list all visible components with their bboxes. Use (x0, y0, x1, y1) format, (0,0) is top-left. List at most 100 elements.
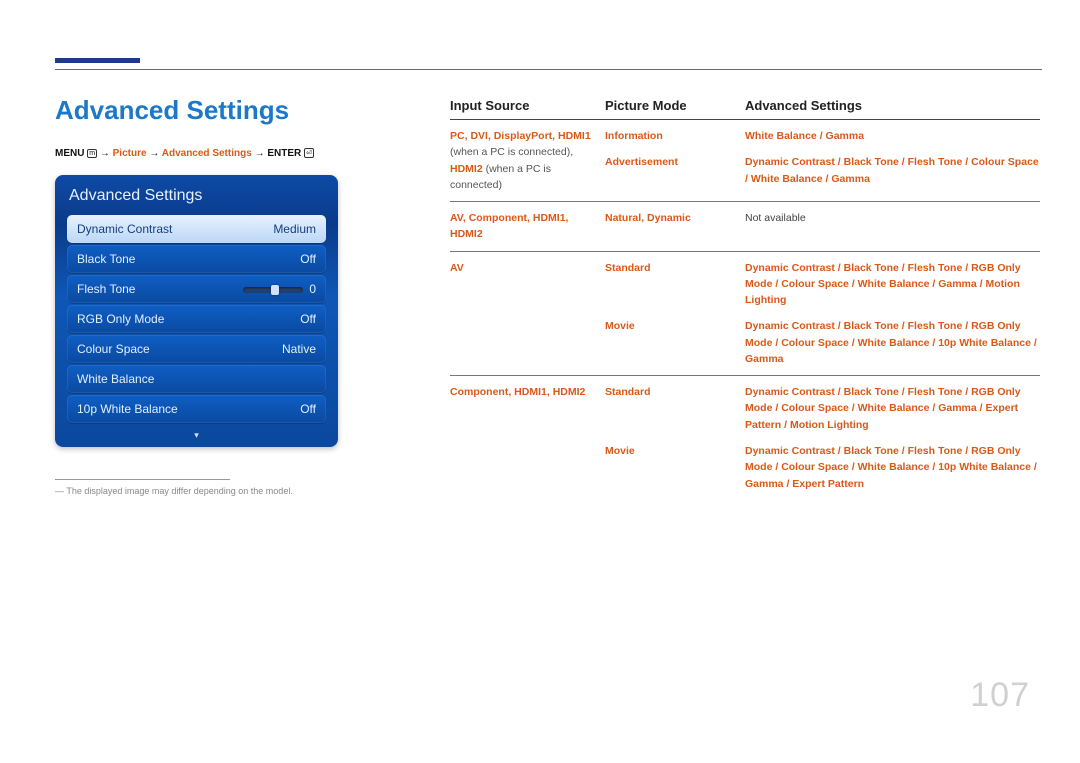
osd-value: Off (300, 252, 316, 266)
cell-picture-mode: Natural, Dynamic (605, 210, 745, 226)
token: / (899, 156, 908, 168)
token: Standard (605, 386, 651, 398)
cell-input-source: AV (450, 260, 605, 368)
token: Colour Space (781, 278, 849, 290)
menu-icon: m (87, 149, 97, 158)
breadcrumb-enter: ENTER (267, 148, 301, 159)
th-advanced-settings: Advanced Settings (745, 98, 1040, 113)
cell-advanced-settings: Dynamic Contrast / Black Tone / Flesh To… (745, 318, 1040, 367)
token: / (929, 402, 938, 414)
token: / (962, 262, 971, 274)
osd-value: Native (282, 342, 316, 356)
token: / (962, 156, 971, 168)
token: Gamma (745, 478, 784, 490)
osd-label: Flesh Tone (77, 282, 135, 296)
token: / (899, 386, 908, 398)
token: Flesh Tone (908, 386, 963, 398)
osd-row-10p-white-balance[interactable]: 10p White Balance Off (67, 395, 326, 423)
breadcrumb-picture: Picture (113, 148, 147, 159)
token: 10p White Balance (938, 337, 1031, 349)
osd-label: Black Tone (77, 252, 135, 266)
osd-row-colour-space[interactable]: Colour SpaceNative (67, 335, 326, 363)
token: / (781, 419, 790, 431)
right-column: Input Source Picture Mode Advanced Setti… (450, 98, 1040, 500)
cell-input-source: AV, Component, HDMI1, HDMI2 (450, 210, 605, 243)
token: Flesh Tone (908, 262, 963, 274)
token: Component (450, 386, 508, 398)
token: / (772, 402, 781, 414)
osd-label: White Balance (77, 372, 154, 386)
scroll-down-icon[interactable]: ▾ (194, 430, 199, 441)
osd-row-black-tone[interactable]: Black Tone Off (67, 245, 326, 273)
cell-picture-mode: Information (605, 128, 745, 144)
token: HDMI1 (558, 130, 591, 142)
token: Dynamic (647, 212, 691, 224)
token: Dynamic Contrast (745, 445, 835, 457)
token: HDMI2 (450, 163, 483, 175)
token: Information (605, 130, 663, 142)
breadcrumb: MENU m → Picture → Advanced Settings → E… (55, 148, 395, 159)
token: / (784, 478, 793, 490)
cell-input-source: PC, DVI, DisplayPort, HDMI1 (when a PC i… (450, 128, 605, 193)
token: Gamma (938, 402, 977, 414)
breadcrumb-menu: MENU (55, 148, 84, 159)
token: / (962, 320, 971, 332)
enter-icon: ⏎ (304, 148, 314, 158)
token: / (929, 337, 938, 349)
token: / (772, 461, 781, 473)
th-picture-mode: Picture Mode (605, 98, 745, 113)
left-column: Advanced Settings MENU m → Picture → Adv… (55, 95, 395, 496)
osd-row-white-balance[interactable]: White Balance (67, 365, 326, 393)
table-row: Component, HDMI1, HDMI2StandardDynamic C… (450, 376, 1040, 500)
token: White Balance (858, 402, 930, 414)
token: / (835, 262, 844, 274)
token: Motion Lighting (790, 419, 869, 431)
table-row: AV, Component, HDMI1, HDMI2Natural, Dyna… (450, 202, 1040, 252)
table-row: AV Standard Dynamic Contrast / Black Tone … (450, 252, 1040, 377)
osd-panel: Advanced Settings Dynamic ContrastMedium… (55, 175, 338, 447)
token: Gamma (826, 130, 865, 142)
token: Movie (605, 445, 635, 457)
token: / (929, 278, 938, 290)
cell-advanced-settings: Dynamic Contrast / Black Tone / Flesh To… (745, 443, 1040, 492)
token: Flesh Tone (908, 445, 963, 457)
osd-row-dynamic-contrast[interactable]: Dynamic ContrastMedium (67, 215, 326, 243)
token: / (929, 461, 938, 473)
token: AV (450, 212, 463, 224)
token: Dynamic Contrast (745, 320, 835, 332)
token: Black Tone (844, 445, 899, 457)
token: White Balance (858, 278, 930, 290)
token: , (566, 212, 569, 224)
token: / (849, 337, 858, 349)
token: White Balance (858, 461, 930, 473)
token: / (849, 278, 858, 290)
token: Movie (605, 320, 635, 332)
token: / (899, 262, 908, 274)
osd-row-flesh-tone[interactable]: Flesh Tone0 (67, 275, 326, 303)
token: Flesh Tone (908, 320, 963, 332)
osd-row-rgb-only-mode[interactable]: RGB Only ModeOff (67, 305, 326, 333)
token: Component (469, 212, 527, 224)
token: / (835, 156, 844, 168)
token: White Balance (858, 337, 930, 349)
slider[interactable] (243, 287, 303, 293)
token: / (899, 320, 908, 332)
th-input-source: Input Source (450, 98, 605, 113)
token: Black Tone (844, 386, 899, 398)
token: Black Tone (844, 320, 899, 332)
token: DisplayPort (494, 130, 552, 142)
token: / (849, 402, 858, 414)
cell-advanced-settings: Not available (745, 210, 1040, 226)
token: AV (450, 262, 464, 274)
token: Gamma (831, 173, 870, 185)
token: Black Tone (844, 156, 899, 168)
osd-label: 10p White Balance (77, 402, 178, 416)
token: Dynamic Contrast (745, 262, 835, 274)
token: Colour Space (781, 461, 849, 473)
token: / (899, 445, 908, 457)
token: / (835, 445, 844, 457)
token: HDMI2 (450, 228, 483, 240)
osd-value: Off (300, 402, 316, 416)
token: Standard (605, 262, 651, 274)
token: Dynamic Contrast (745, 156, 835, 168)
